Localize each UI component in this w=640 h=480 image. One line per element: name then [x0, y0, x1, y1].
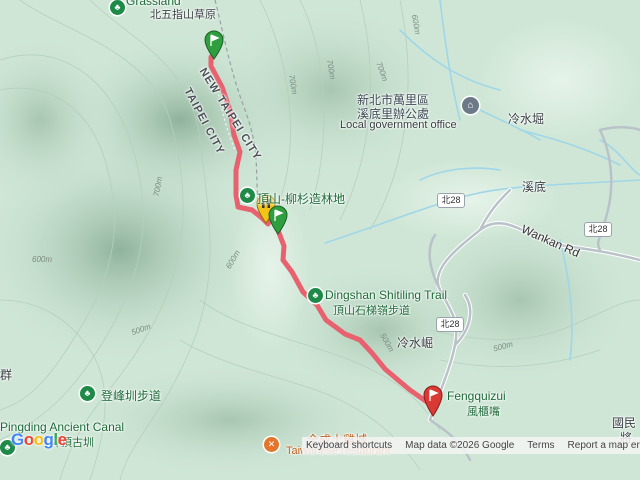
restaurant-icon[interactable]: ✕ [264, 437, 279, 452]
keyboard-shortcuts-link[interactable]: Keyboard shortcuts [306, 440, 392, 451]
park-icon[interactable]: ♣ [110, 0, 125, 15]
label-partial-left: 群 [0, 368, 13, 382]
label-dingshan-trail-en: Dingshan Shitiling Trail [325, 288, 448, 302]
label-dingshan-trail-zh: 頂山石梯嶺步道 [333, 305, 410, 317]
road-shield-north28: 北28 [584, 222, 612, 237]
map-canvas[interactable]: ♣ ♣ ♣ ♣ ♣ ⌂ ✕ Grassland 北五指山草原 新北市萬里區 溪底… [0, 0, 640, 480]
label-fengquizui-en: Fengquizui [447, 389, 506, 403]
logo-letter: o [23, 430, 34, 449]
google-logo: Google [11, 430, 67, 450]
map-footer: Keyboard shortcuts Map data ©2026 Google… [302, 437, 640, 454]
logo-letter: g [43, 430, 54, 449]
label-lengshuiku-top: 冷水堀 [508, 112, 545, 126]
road-shield-north28: 北28 [436, 317, 464, 332]
logo-letter: e [57, 430, 67, 449]
label-dengfengzhen: 登峰圳步道 [101, 389, 162, 403]
government-icon[interactable]: ⌂ [462, 97, 479, 114]
park-icon[interactable]: ♣ [240, 188, 255, 203]
label-grassland-zh: 北五指山草原 [150, 9, 216, 21]
label-xidi: 溪底 [522, 180, 547, 194]
start-flag-icon[interactable] [203, 30, 225, 60]
park-icon[interactable]: ♣ [308, 288, 323, 303]
label-lengshuiku-mid: 冷水崛 [397, 336, 434, 350]
waypoint-flag-icon[interactable] [267, 205, 289, 235]
logo-letter: G [11, 430, 24, 449]
report-error-link[interactable]: Report a map error [568, 440, 640, 451]
end-flag-icon[interactable] [422, 385, 444, 417]
label-fengquizui-zh: 風櫃嘴 [467, 406, 500, 418]
label-dingshan-forest: 頂山-柳杉造林地 [257, 192, 345, 206]
road-shield-north28: 北28 [437, 193, 465, 208]
terms-link[interactable]: Terms [527, 440, 554, 451]
label-gov-office-en: Local government office [340, 119, 457, 131]
logo-letter: o [33, 430, 44, 449]
park-icon[interactable]: ♣ [80, 386, 95, 401]
map-data-attribution: Map data ©2026 Google [405, 440, 515, 451]
contour-label: 600m [32, 255, 53, 264]
